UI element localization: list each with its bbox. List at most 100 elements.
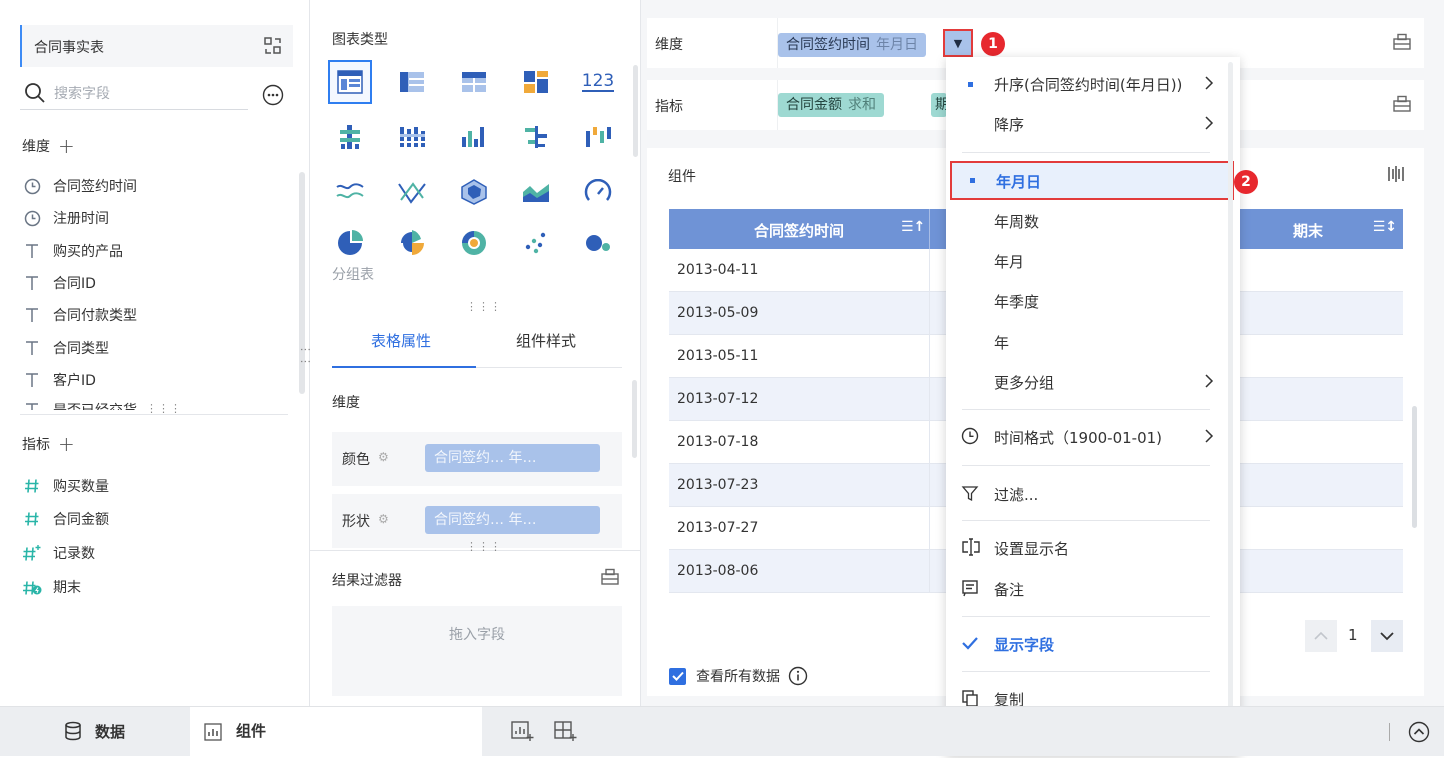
scrollbar[interactable] bbox=[632, 380, 637, 458]
chart-type-area[interactable] bbox=[514, 170, 558, 214]
active-tab-indicator bbox=[332, 366, 476, 368]
tab-table-properties[interactable]: 表格属性 bbox=[371, 330, 431, 351]
column-width-icon[interactable] bbox=[1386, 164, 1406, 188]
text-type-icon bbox=[22, 340, 42, 356]
menu-item-more-groups[interactable]: 更多分组 bbox=[946, 364, 1240, 400]
chart-type-kpi[interactable]: 123 bbox=[576, 60, 620, 104]
add-dashboard-icon[interactable] bbox=[553, 719, 577, 747]
panel-resize-handle[interactable]: ⋮⋮ bbox=[299, 344, 312, 368]
chart-type-sunburst[interactable] bbox=[452, 222, 496, 256]
field-item-dimension[interactable]: 合同签约时间 bbox=[22, 174, 137, 198]
menu-item-filter[interactable]: 过滤... bbox=[946, 476, 1240, 512]
chart-type-stacked-column[interactable] bbox=[390, 115, 434, 159]
chart-type-title: 图表类型 bbox=[332, 32, 388, 48]
field-item-dimension[interactable]: 合同类型 bbox=[22, 336, 109, 360]
column-header-date[interactable]: 合同签约时间 bbox=[669, 220, 929, 241]
dimension-field-pill[interactable]: 合同签约时间 年月日 bbox=[778, 33, 926, 57]
field-search-input[interactable]: 搜索字段 bbox=[20, 80, 248, 110]
chart-type-cross-table[interactable] bbox=[452, 60, 496, 104]
chart-type-column[interactable] bbox=[452, 115, 496, 159]
field-label: 合同金额 bbox=[53, 512, 109, 528]
shelf-options-icon[interactable] bbox=[1392, 95, 1412, 117]
color-field-pill[interactable]: 合同签约… 年… bbox=[425, 444, 600, 472]
table-cell: 2013-05-09 bbox=[677, 305, 759, 321]
line-chart-icon bbox=[336, 183, 364, 199]
shape-field-pill[interactable]: 合同签约… 年… bbox=[425, 506, 600, 534]
chart-type-bar-group[interactable] bbox=[328, 115, 372, 159]
tab-component[interactable]: 组件 bbox=[190, 707, 482, 757]
measure-field-pill-2[interactable]: 期 bbox=[931, 93, 947, 117]
chart-type-radar[interactable] bbox=[452, 170, 496, 214]
tab-data[interactable]: 数据 bbox=[0, 707, 190, 757]
page-up-button[interactable] bbox=[1305, 620, 1337, 652]
field-item-dimension[interactable]: 购买的产品 bbox=[22, 239, 123, 263]
scrollbar[interactable] bbox=[633, 65, 638, 157]
menu-item-note[interactable]: 备注 bbox=[946, 571, 1240, 607]
field-item-dimension[interactable]: 合同付款类型 bbox=[22, 303, 137, 327]
resize-handle[interactable]: ⋮⋮⋮ bbox=[466, 301, 502, 312]
column-header-period-end[interactable]: 期末 bbox=[1293, 220, 1323, 241]
menu-item-year-month-day[interactable]: 年月日 bbox=[950, 161, 1234, 200]
chart-type-waterfall[interactable] bbox=[576, 115, 620, 159]
sort-icon[interactable]: ☰↕ bbox=[1373, 219, 1397, 235]
info-icon[interactable] bbox=[788, 666, 808, 686]
measure-field-pill[interactable]: 合同金额 求和 bbox=[778, 93, 884, 117]
menu-item-sort-desc[interactable]: 降序 bbox=[946, 106, 1240, 142]
add-measure-button[interactable]: + bbox=[58, 432, 75, 456]
settings-icon[interactable]: ⚙ bbox=[378, 512, 389, 526]
chart-type-bar[interactable] bbox=[514, 115, 558, 159]
add-dimension-button[interactable]: + bbox=[58, 134, 75, 158]
field-item-dimension[interactable]: 合同ID bbox=[22, 271, 96, 295]
color-property-row[interactable]: 颜色 ⚙ 合同签约… 年… bbox=[332, 432, 622, 486]
add-component-icon[interactable] bbox=[510, 719, 534, 747]
menu-item-year-week[interactable]: 年周数 bbox=[946, 203, 1240, 239]
chart-type-rose[interactable] bbox=[390, 222, 434, 256]
field-item-measure[interactable]: 购买数量 bbox=[22, 474, 109, 498]
menu-item-year-month[interactable]: 年月 bbox=[946, 243, 1240, 279]
dataset-selector[interactable]: 合同事实表 bbox=[20, 25, 293, 67]
menu-item-time-format[interactable]: 时间格式（1900-01-01) bbox=[946, 419, 1240, 455]
menu-item-rename[interactable]: 设置显示名 bbox=[946, 530, 1240, 566]
sort-asc-icon[interactable]: ☰↑ bbox=[901, 219, 925, 235]
chevron-right-icon bbox=[1204, 373, 1214, 393]
resize-handle[interactable]: ⋮⋮⋮ bbox=[146, 403, 182, 414]
column-chart-icon bbox=[462, 127, 484, 147]
text-type-icon bbox=[22, 398, 42, 410]
chart-type-detail-table[interactable] bbox=[390, 60, 434, 104]
chart-type-bubble[interactable] bbox=[576, 222, 620, 256]
chart-type-pie[interactable] bbox=[328, 222, 372, 256]
field-item-measure[interactable]: 期末 bbox=[22, 575, 81, 599]
field-item-measure[interactable]: 记录数 bbox=[22, 541, 95, 565]
field-item-dimension[interactable]: 注册时间 bbox=[22, 206, 109, 230]
chart-type-line[interactable] bbox=[328, 170, 372, 214]
settings-icon[interactable]: ⚙ bbox=[378, 450, 389, 464]
chart-type-radar-line[interactable] bbox=[390, 170, 434, 214]
menu-scrollbar[interactable] bbox=[1228, 62, 1233, 752]
field-item-dimension[interactable]: 客户ID bbox=[22, 368, 96, 392]
switch-dataset-icon[interactable] bbox=[263, 36, 283, 56]
menu-item-year-quarter[interactable]: 年季度 bbox=[946, 283, 1240, 319]
chart-type-group-table[interactable] bbox=[328, 60, 372, 104]
field-item-measure[interactable]: 合同金额 bbox=[22, 507, 109, 531]
menu-item-show-field[interactable]: 显示字段 bbox=[946, 626, 1240, 662]
menu-item-year[interactable]: 年 bbox=[946, 324, 1240, 360]
filter-options-icon[interactable] bbox=[600, 568, 620, 590]
waterfall-icon bbox=[586, 127, 611, 147]
field-item-dimension[interactable]: 是否已经交货 bbox=[22, 398, 137, 410]
tab-component-style[interactable]: 组件样式 bbox=[516, 330, 576, 351]
dimension-dropdown-button[interactable]: ▼ bbox=[943, 29, 973, 57]
menu-item-sort-asc[interactable]: 升序(合同签约时间(年月日)) bbox=[946, 66, 1240, 102]
chart-type-gauge[interactable] bbox=[576, 170, 620, 214]
chart-type-scatter[interactable] bbox=[514, 222, 558, 256]
page-down-button[interactable] bbox=[1371, 620, 1403, 652]
view-all-data-checkbox[interactable]: 查看所有数据 bbox=[669, 666, 808, 686]
menu-item-label: 时间格式（1900-01-01) bbox=[994, 429, 1163, 447]
more-options-icon[interactable] bbox=[262, 84, 284, 110]
scrollbar[interactable] bbox=[1412, 406, 1417, 528]
resize-handle[interactable]: ⋮⋮⋮ bbox=[466, 541, 502, 552]
chart-type-dashboard-grid[interactable] bbox=[514, 60, 558, 104]
collapse-up-icon[interactable] bbox=[1408, 721, 1430, 747]
shelf-options-icon[interactable] bbox=[1392, 33, 1412, 55]
divider bbox=[929, 507, 930, 550]
result-filter-dropzone[interactable]: 拖入字段 bbox=[332, 606, 622, 696]
